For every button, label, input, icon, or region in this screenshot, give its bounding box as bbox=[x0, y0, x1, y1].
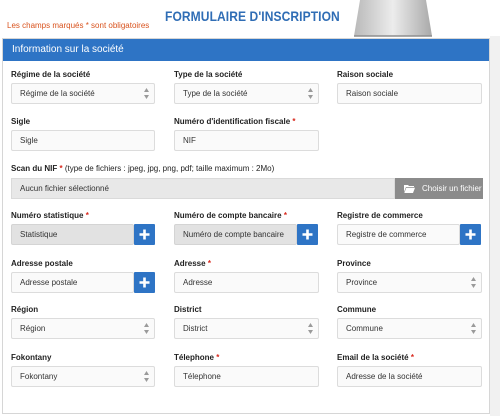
sigle-input[interactable]: Sigle bbox=[11, 130, 155, 151]
required-star: * bbox=[410, 353, 414, 362]
raison-input[interactable]: Raison sociale bbox=[337, 83, 482, 104]
adresse-postale-input-value: Adresse postale bbox=[20, 278, 78, 287]
nif-input-value: NIF bbox=[183, 136, 196, 145]
district-select[interactable]: District bbox=[174, 318, 319, 339]
adresse-postale-input[interactable]: Adresse postale bbox=[11, 272, 134, 293]
required-star: * bbox=[283, 211, 287, 220]
registre-input-value: Registre de commerce bbox=[346, 230, 427, 239]
scan-label: Scan du NIF * (type de fichiers : jpeg, … bbox=[11, 164, 274, 173]
region-select-value: Région bbox=[20, 324, 46, 333]
page-title: FORMULAIRE D'INSCRIPTION bbox=[165, 8, 340, 24]
select-arrows-icon bbox=[144, 371, 149, 382]
required-fields-note: Les champs marqués * sont obligatoires bbox=[7, 21, 150, 30]
telephone-input[interactable]: Télephone bbox=[174, 366, 319, 387]
sigle-input-value: Sigle bbox=[20, 136, 38, 145]
plus-icon bbox=[465, 229, 476, 240]
required-star: * bbox=[216, 353, 220, 362]
scan-label-text: Scan du NIF bbox=[11, 164, 58, 173]
sigle-label: Sigle bbox=[11, 117, 31, 126]
district-label: District bbox=[174, 305, 202, 314]
nif-label: Numéro d'identification fiscale * bbox=[174, 117, 296, 126]
fokontany-select-value: Fokontany bbox=[20, 372, 58, 381]
district-select-value: District bbox=[183, 324, 208, 333]
panel-header: Information sur la société bbox=[3, 39, 489, 61]
commune-select[interactable]: Commune bbox=[337, 318, 482, 339]
compte-label: Numéro de compte bancaire * bbox=[174, 211, 287, 220]
plus-icon bbox=[302, 229, 313, 240]
adresse-input-value: Adresse bbox=[183, 278, 213, 287]
region-select[interactable]: Région bbox=[11, 318, 155, 339]
select-arrows-icon bbox=[471, 323, 476, 334]
email-input[interactable]: Adresse de la société bbox=[337, 366, 482, 387]
nif-input[interactable]: NIF bbox=[174, 130, 319, 151]
raison-label: Raison sociale bbox=[337, 70, 394, 79]
telephone-label: Télephone * bbox=[174, 353, 219, 362]
regime-label: Régime de la société bbox=[11, 70, 91, 79]
choose-file-label: Choisir un fichier bbox=[422, 184, 482, 193]
scan-hint: (type de fichiers : jpeg, jpg, png, pdf;… bbox=[64, 164, 275, 173]
top-bar: Les champs marqués * sont obligatoires F… bbox=[0, 0, 500, 37]
compte-input-value: Numéro de compte bancaire bbox=[183, 230, 284, 239]
adresse-input[interactable]: Adresse bbox=[174, 272, 319, 293]
folder-open-icon bbox=[404, 185, 415, 193]
registre-input[interactable]: Registre de commerce bbox=[337, 224, 460, 245]
decorative-header-shape bbox=[354, 0, 432, 37]
select-arrows-icon bbox=[308, 323, 313, 334]
compte-label-text: Numéro de compte bancaire bbox=[174, 211, 282, 220]
add-adresse-postale-button[interactable] bbox=[134, 272, 155, 293]
commune-select-value: Commune bbox=[346, 324, 383, 333]
panel-title: Information sur la société bbox=[12, 44, 124, 55]
page-scroll-edge bbox=[490, 36, 500, 416]
select-arrows-icon bbox=[308, 88, 313, 99]
type-select[interactable]: Type de la société bbox=[174, 83, 319, 104]
plus-icon bbox=[139, 277, 150, 288]
fokontany-select[interactable]: Fokontany bbox=[11, 366, 155, 387]
registre-label: Registre de commerce bbox=[337, 211, 423, 220]
type-select-value: Type de la société bbox=[183, 89, 248, 98]
commune-label: Commune bbox=[337, 305, 377, 314]
nif-label-text: Numéro d'identification fiscale bbox=[174, 117, 291, 126]
regime-select-value: Régime de la société bbox=[20, 89, 95, 98]
adresse-label: Adresse * bbox=[174, 259, 211, 268]
statistique-input-value: Statistique bbox=[20, 230, 58, 239]
compte-input[interactable]: Numéro de compte bancaire bbox=[174, 224, 297, 245]
province-label: Province bbox=[337, 259, 371, 268]
email-input-value: Adresse de la société bbox=[346, 372, 423, 381]
required-star: * bbox=[85, 211, 89, 220]
add-statistique-button[interactable] bbox=[134, 224, 155, 245]
adresse-label-text: Adresse bbox=[174, 259, 206, 268]
select-arrows-icon bbox=[144, 88, 149, 99]
type-label: Type de la société bbox=[174, 70, 243, 79]
file-name-display: Aucun fichier sélectionné bbox=[11, 178, 395, 199]
province-select[interactable]: Province bbox=[337, 272, 482, 293]
regime-select[interactable]: Régime de la société bbox=[11, 83, 155, 104]
plus-icon bbox=[139, 229, 150, 240]
telephone-label-text: Télephone bbox=[174, 353, 215, 362]
telephone-input-value: Télephone bbox=[183, 372, 221, 381]
adresse-postale-label: Adresse postale bbox=[11, 259, 73, 268]
scan-file-picker: Aucun fichier sélectionné Choisir un fic… bbox=[11, 178, 483, 199]
required-star: * bbox=[207, 259, 211, 268]
select-arrows-icon bbox=[471, 277, 476, 288]
add-registre-button[interactable] bbox=[460, 224, 481, 245]
statistique-input[interactable]: Statistique bbox=[11, 224, 134, 245]
required-star: * bbox=[59, 164, 63, 173]
statistique-label-text: Numéro statistique bbox=[11, 211, 84, 220]
statistique-label: Numéro statistique * bbox=[11, 211, 89, 220]
email-label-text: Email de la société bbox=[337, 353, 409, 362]
raison-input-value: Raison sociale bbox=[346, 89, 399, 98]
email-label: Email de la société * bbox=[337, 353, 414, 362]
required-star: * bbox=[292, 117, 296, 126]
province-select-value: Province bbox=[346, 278, 378, 287]
add-compte-button[interactable] bbox=[297, 224, 318, 245]
region-label: Région bbox=[11, 305, 39, 314]
fokontany-label: Fokontany bbox=[11, 353, 52, 362]
select-arrows-icon bbox=[144, 323, 149, 334]
choose-file-button[interactable]: Choisir un fichier bbox=[395, 178, 483, 199]
